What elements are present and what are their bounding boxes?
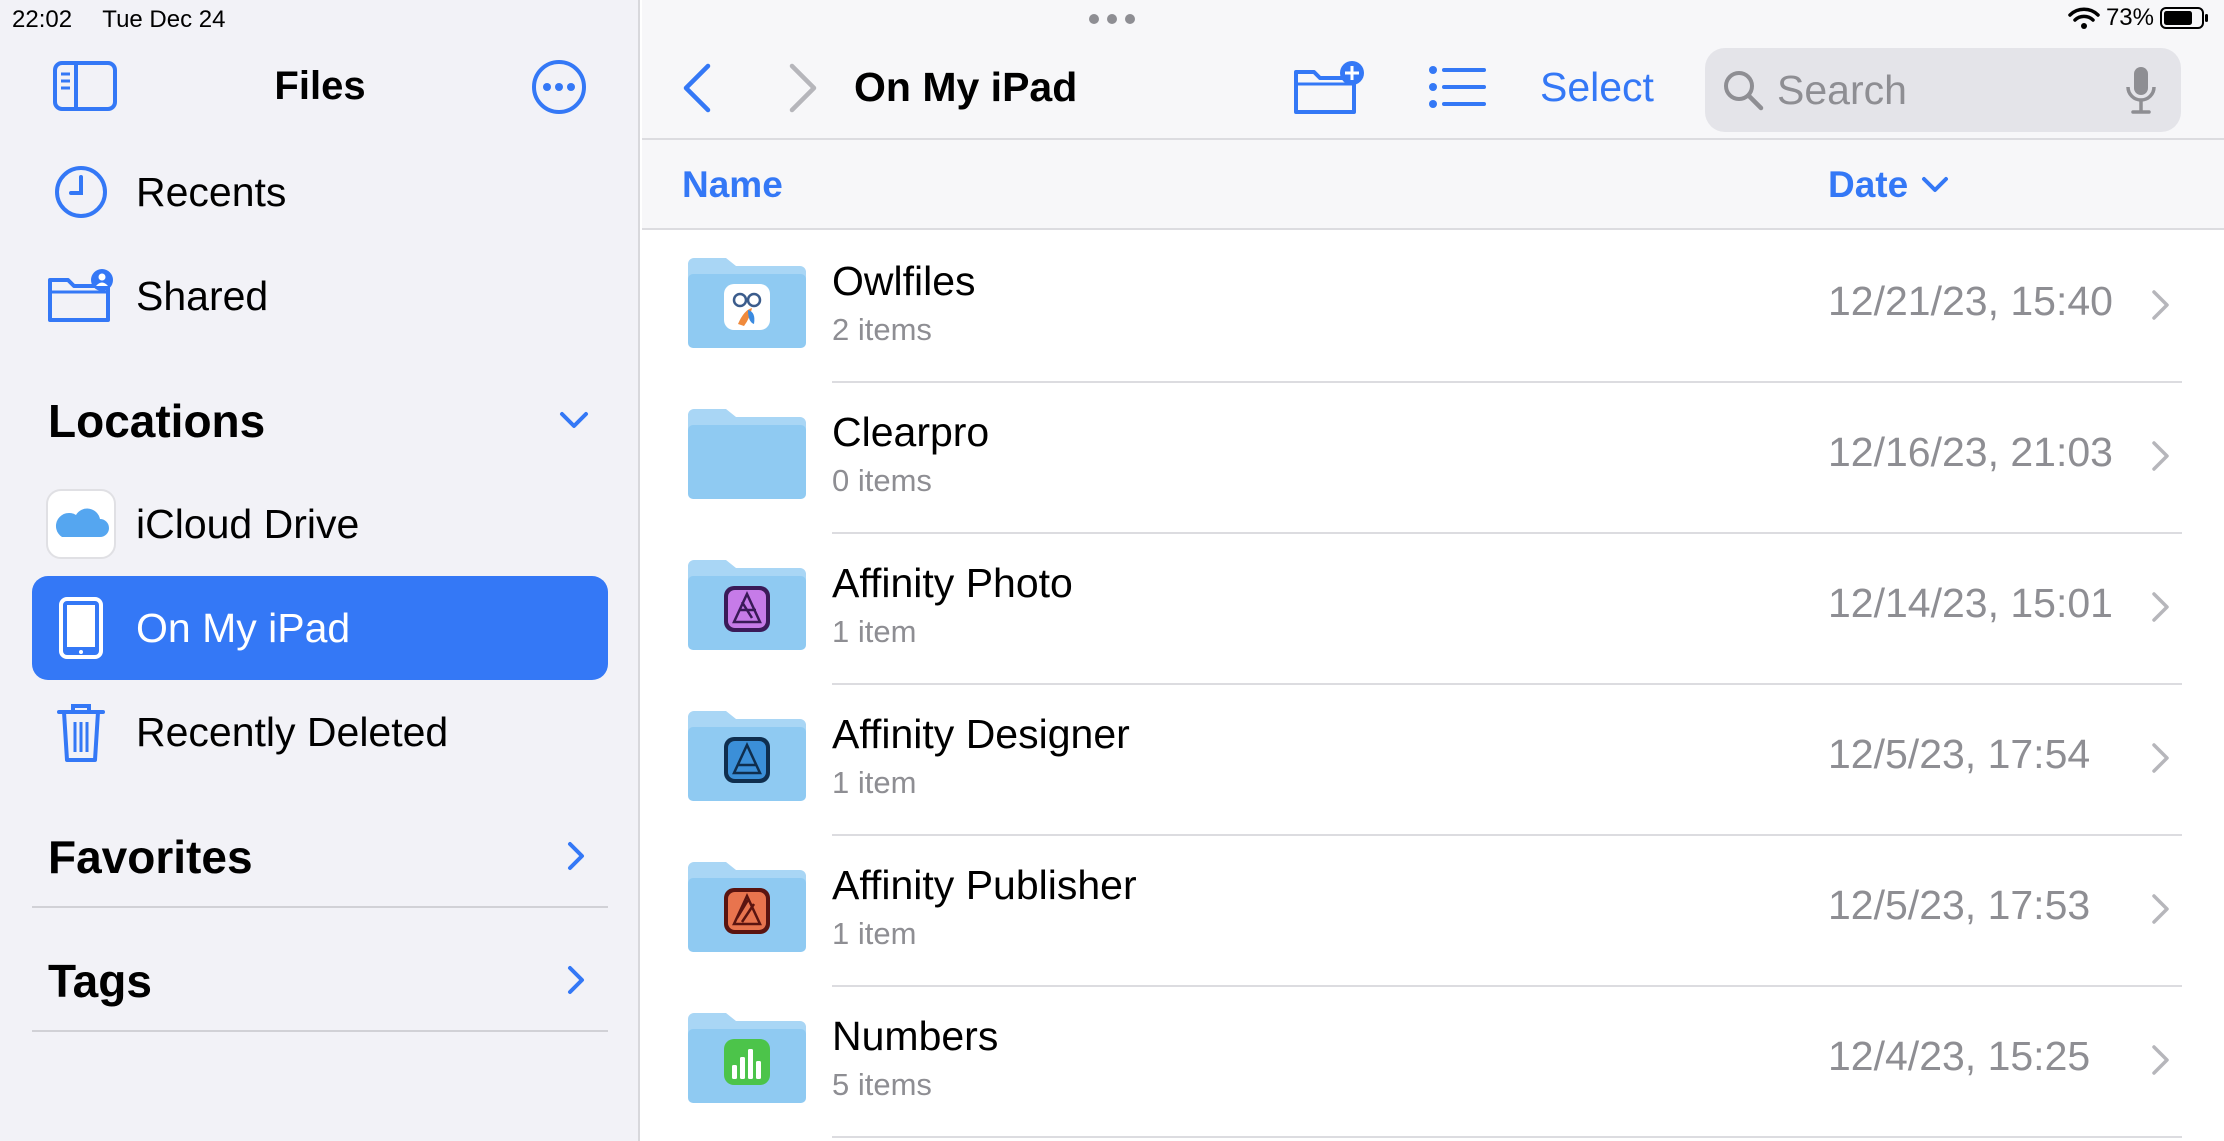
sidebar: 22:02 Tue Dec 24 Files Recents Shared Lo… [0, 0, 640, 1141]
search-input[interactable]: Search [1705, 48, 2181, 132]
file-date: 12/21/23, 15:40 [1828, 278, 2113, 324]
select-button[interactable]: Select [1540, 64, 1654, 111]
multitasking-dots-icon[interactable] [1087, 12, 1137, 26]
file-name: Affinity Publisher [832, 862, 1137, 908]
shared-folder-icon [46, 261, 116, 331]
chevron-right-icon[interactable] [2150, 439, 2172, 473]
folder-icon [688, 1013, 806, 1103]
sidebar-item-recently-deleted[interactable]: Recently Deleted [32, 680, 608, 784]
file-list: Owlfiles 2 items 12/21/23, 15:40 Clearpr… [642, 232, 2224, 1138]
back-chevron-icon[interactable] [678, 62, 718, 114]
file-item-count: 2 items [832, 312, 932, 347]
sidebar-item-recents[interactable]: Recents [32, 140, 608, 244]
chevron-right-icon[interactable] [2150, 892, 2172, 926]
file-date: 12/14/23, 15:01 [1828, 580, 2113, 626]
chevron-down-icon [1922, 177, 1949, 192]
column-header: Name Date [642, 140, 2224, 230]
sidebar-item-label: iCloud Drive [136, 500, 360, 547]
chevron-right-icon[interactable] [2150, 590, 2172, 624]
sort-by-date-label: Date [1828, 164, 1909, 205]
toolbar: 73% On My iPad Select Search [642, 0, 2224, 140]
chevron-right-icon[interactable] [556, 960, 596, 1000]
chevron-right-icon[interactable] [2150, 1043, 2172, 1077]
file-date: 12/5/23, 17:53 [1828, 882, 2091, 928]
sort-by-date[interactable]: Date [1828, 164, 1950, 206]
battery-percentage: 73% [2105, 4, 2154, 31]
divider [32, 1030, 608, 1032]
chevron-right-icon[interactable] [2150, 741, 2172, 775]
file-date: 12/16/23, 21:03 [1828, 429, 2113, 475]
status-bar-right: 73% [2068, 4, 2210, 32]
folder-icon [688, 409, 806, 499]
file-date: 12/4/23, 15:25 [1828, 1033, 2091, 1079]
file-item-count: 0 items [832, 463, 932, 498]
file-name: Clearpro [832, 409, 990, 455]
tags-header[interactable]: Tags [48, 954, 608, 1008]
row-divider [832, 1136, 2182, 1138]
ipad-icon [46, 593, 116, 663]
sidebar-item-label: Recents [136, 168, 287, 215]
folder-icon [688, 711, 806, 801]
file-item-count: 5 items [832, 1067, 932, 1102]
favorites-header[interactable]: Favorites [48, 830, 608, 884]
sidebar-item-on-my-ipad[interactable]: On My iPad [32, 576, 608, 680]
status-bar-left: 22:02 Tue Dec 24 [12, 6, 249, 34]
status-date: Tue Dec 24 [102, 6, 226, 33]
list-view-icon[interactable] [1428, 64, 1488, 110]
wifi-icon [2068, 7, 2100, 29]
file-row[interactable]: Affinity Photo 1 item 12/14/23, 15:01 [642, 534, 2224, 685]
file-name: Numbers [832, 1013, 999, 1059]
sidebar-item-shared[interactable]: Shared [32, 244, 608, 348]
sidebar-item-label: Shared [136, 272, 269, 319]
file-item-count: 1 item [832, 916, 917, 951]
sidebar-item-label: On My iPad [136, 604, 351, 651]
chevron-right-icon[interactable] [2150, 288, 2172, 322]
folder-icon [688, 560, 806, 650]
sidebar-item-label: Recently Deleted [136, 708, 449, 755]
file-item-count: 1 item [832, 614, 917, 649]
sidebar-item-icloud-drive[interactable]: iCloud Drive [32, 472, 608, 576]
file-row[interactable]: Affinity Designer 1 item 12/5/23, 17:54 [642, 685, 2224, 836]
file-row[interactable]: Clearpro 0 items 12/16/23, 21:03 [642, 383, 2224, 534]
status-time: 22:02 [12, 6, 73, 33]
microphone-icon[interactable] [2123, 65, 2159, 115]
battery-icon [2160, 7, 2208, 29]
file-row[interactable]: Owlfiles 2 items 12/21/23, 15:40 [642, 232, 2224, 383]
search-icon [1724, 71, 1764, 111]
more-options-icon[interactable] [530, 58, 588, 116]
forward-chevron-icon[interactable] [782, 62, 822, 114]
divider [32, 906, 608, 908]
chevron-down-icon[interactable] [554, 400, 594, 440]
file-name: Affinity Designer [832, 711, 1130, 757]
clock-icon [46, 157, 116, 227]
file-date: 12/5/23, 17:54 [1828, 731, 2091, 777]
sort-by-name[interactable]: Name [682, 164, 783, 206]
file-row[interactable]: Numbers 5 items 12/4/23, 15:25 [642, 987, 2224, 1138]
icloud-icon [46, 489, 116, 559]
folder-icon [688, 862, 806, 952]
file-row[interactable]: Affinity Publisher 1 item 12/5/23, 17:53 [642, 836, 2224, 987]
file-item-count: 1 item [832, 765, 917, 800]
chevron-right-icon[interactable] [556, 836, 596, 876]
folder-icon [688, 258, 806, 348]
trash-icon [46, 697, 116, 767]
file-name: Affinity Photo [832, 560, 1073, 606]
locations-header[interactable]: Locations [48, 394, 608, 448]
new-folder-icon[interactable] [1292, 60, 1366, 116]
file-name: Owlfiles [832, 258, 976, 304]
file-browser: 73% On My iPad Select Search Name Date O… [642, 0, 2224, 1141]
page-title: On My iPad [854, 64, 1078, 110]
search-placeholder: Search [1777, 66, 1907, 113]
